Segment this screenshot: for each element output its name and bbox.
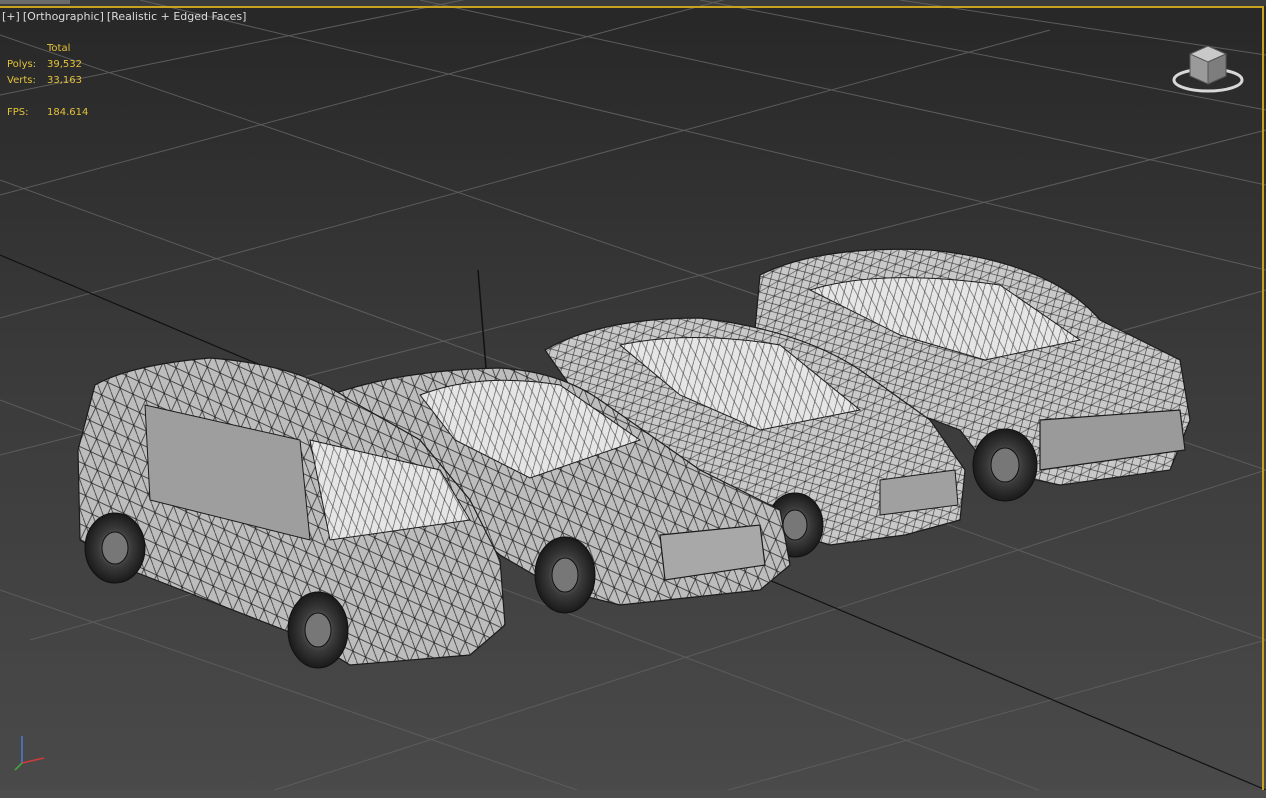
stats-value-fps: 184.614 bbox=[47, 107, 89, 118]
scene-canvas[interactable] bbox=[0, 0, 1266, 798]
viewport-label-menu[interactable]: [+] [Orthographic] [Realistic + Edged Face… bbox=[2, 10, 249, 23]
stats-value-polys: 39,532 bbox=[47, 59, 82, 70]
bottom-strip bbox=[0, 790, 1266, 798]
stats-header: Total bbox=[47, 43, 71, 54]
stats-key-fps: FPS: bbox=[7, 107, 29, 118]
shading-mode-menu[interactable]: [Realistic + Edged Faces] bbox=[107, 10, 246, 23]
perspective-viewport[interactable]: [+] [Orthographic] [Realistic + Edged Face… bbox=[0, 0, 1266, 798]
viewport-plus-menu[interactable]: [+] bbox=[2, 10, 20, 23]
stats-key-verts: Verts: bbox=[7, 75, 36, 86]
stats-key-polys: Polys: bbox=[7, 59, 37, 70]
view-type-menu[interactable]: [Orthographic] bbox=[23, 10, 104, 23]
viewcube-icon[interactable] bbox=[1172, 42, 1244, 94]
axis-tripod-icon bbox=[14, 736, 45, 771]
stats-value-verts: 33,163 bbox=[47, 75, 82, 86]
